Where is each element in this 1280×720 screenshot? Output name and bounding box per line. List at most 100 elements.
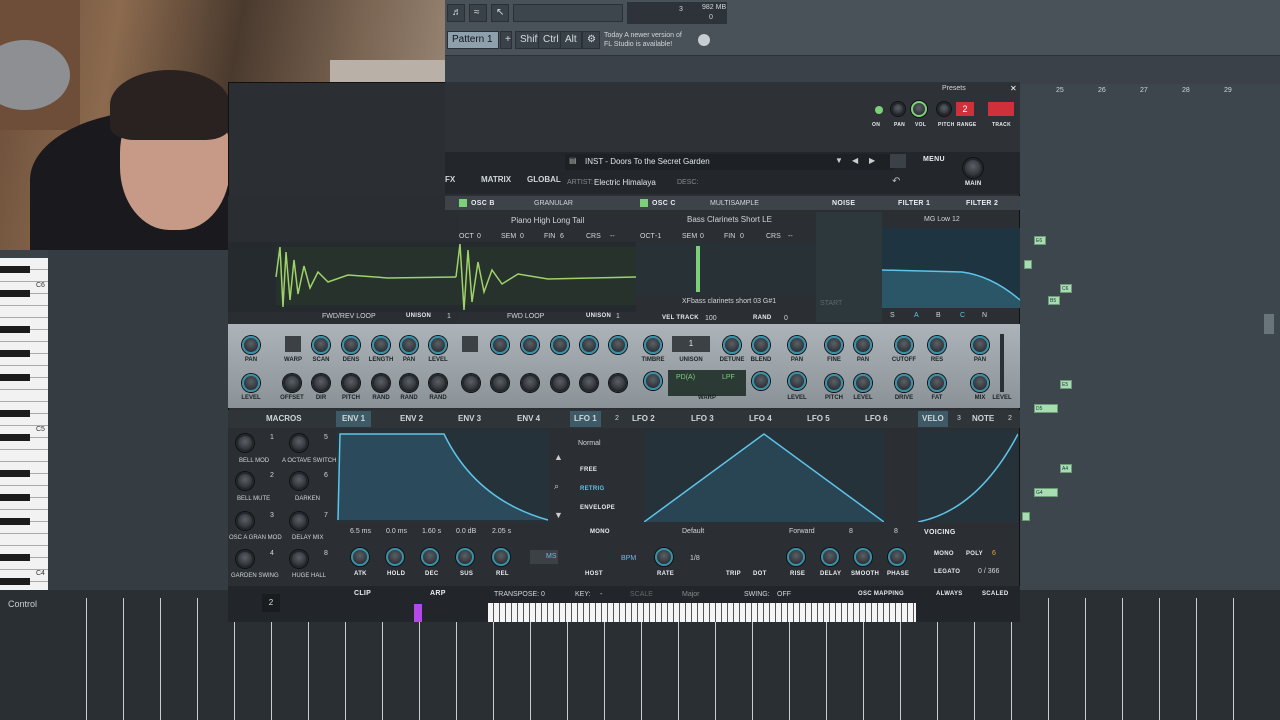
tab-note[interactable]: NOTE bbox=[972, 411, 994, 427]
res-knob[interactable] bbox=[928, 336, 946, 354]
window-controls[interactable] bbox=[1235, 8, 1275, 18]
level-fader[interactable] bbox=[1000, 334, 1004, 392]
bpm-toggle[interactable]: BPM bbox=[621, 555, 636, 562]
envelope-display[interactable] bbox=[336, 430, 550, 522]
tab-lfo-5[interactable]: LFO 5 bbox=[807, 411, 830, 427]
tab-env-4[interactable]: ENV 4 bbox=[517, 411, 540, 427]
macro-5-knob[interactable] bbox=[290, 434, 308, 452]
main-volume-knob[interactable] bbox=[963, 158, 983, 178]
timbre-knob[interactable] bbox=[644, 336, 662, 354]
phase-knob[interactable] bbox=[888, 548, 906, 566]
note[interactable]: D5 bbox=[1034, 404, 1058, 413]
lfo-rate-knob[interactable] bbox=[655, 548, 673, 566]
osc-c-sample[interactable]: Bass Clarinets Short LE bbox=[687, 215, 772, 224]
lfo-direction[interactable]: Forward bbox=[789, 528, 815, 535]
warp-menu-button[interactable] bbox=[285, 336, 301, 352]
preset-selector[interactable]: ▤ INST - Doors To the Secret Garden ▼ ◀ … bbox=[565, 154, 895, 170]
dir-knob[interactable] bbox=[491, 374, 509, 392]
voicing-mono[interactable]: MONO bbox=[934, 551, 954, 557]
pointer-icon[interactable]: ↖ bbox=[491, 4, 509, 22]
tab-lfo-1[interactable]: LFO 1 bbox=[570, 411, 601, 427]
osc-c-sem[interactable]: 0 bbox=[700, 233, 704, 240]
range-display[interactable]: 2 bbox=[956, 102, 974, 116]
note[interactable]: A4 bbox=[1060, 464, 1072, 473]
note[interactable]: E6 bbox=[1034, 236, 1046, 245]
osc-b-sample[interactable]: Piano High Long Tail bbox=[511, 216, 584, 225]
osc-c-unison[interactable]: 1 bbox=[616, 313, 620, 320]
tab-filter-2[interactable]: FILTER 2 bbox=[966, 200, 998, 207]
osc-b-loop-mode[interactable]: FWD/REV LOOP bbox=[322, 313, 376, 320]
rand-knob[interactable] bbox=[580, 374, 598, 392]
osc-c-oct[interactable]: -1 bbox=[655, 233, 661, 240]
pitch-bend-range[interactable]: 2 bbox=[262, 594, 280, 612]
macro-7-knob[interactable] bbox=[290, 512, 308, 530]
env-dec-knob[interactable] bbox=[421, 548, 439, 566]
velocity-curve-display[interactable] bbox=[917, 430, 1019, 523]
prev-preset-icon[interactable]: ◀ bbox=[852, 156, 858, 165]
osc-waveform-display[interactable] bbox=[228, 242, 637, 312]
key-value[interactable]: - bbox=[600, 591, 602, 598]
noise-pan-knob[interactable] bbox=[854, 336, 872, 354]
osc-b-unison[interactable]: 1 bbox=[447, 313, 451, 320]
offset-knob[interactable] bbox=[283, 374, 301, 392]
snap-icon[interactable]: ♬ bbox=[447, 4, 465, 22]
osc-b-fin[interactable]: 6 bbox=[560, 233, 564, 240]
legato-toggle[interactable]: LEGATO bbox=[934, 569, 960, 575]
browser-icon[interactable] bbox=[890, 154, 906, 168]
scan-knob[interactable] bbox=[312, 336, 330, 354]
macro-6-knob[interactable] bbox=[290, 472, 308, 490]
arp-label[interactable]: ARP bbox=[430, 590, 446, 597]
pattern-add-button[interactable]: + bbox=[500, 31, 512, 49]
tab-fx[interactable]: FX bbox=[445, 172, 459, 188]
tab-lfo-6[interactable]: LFO 6 bbox=[865, 411, 888, 427]
track-button[interactable] bbox=[988, 102, 1014, 116]
piano-keyboard[interactable]: C6 C5 C4 bbox=[0, 258, 48, 590]
dens-knob[interactable] bbox=[521, 336, 539, 354]
macro-6-label[interactable]: DARKEN bbox=[295, 496, 320, 502]
poly-value[interactable]: 6 bbox=[992, 550, 996, 557]
fat-knob[interactable] bbox=[928, 374, 946, 392]
macro-1-label[interactable]: BELL MOD bbox=[239, 458, 269, 464]
length-knob[interactable] bbox=[372, 336, 390, 354]
rise-knob[interactable] bbox=[787, 548, 805, 566]
osc-c-loop-mode[interactable]: FWD LOOP bbox=[507, 313, 544, 320]
save-icon[interactable]: ▤ bbox=[569, 156, 577, 165]
hint-icon[interactable]: ⚙ bbox=[582, 31, 600, 49]
tab-velo[interactable]: VELO bbox=[918, 411, 948, 427]
tab-lfo-2[interactable]: LFO 2 bbox=[632, 411, 655, 427]
osc-b-sem[interactable]: 0 bbox=[520, 233, 524, 240]
zoom-icon[interactable]: ⌕ bbox=[554, 481, 559, 492]
note[interactable]: G4 bbox=[1034, 488, 1058, 497]
serum-keyboard[interactable] bbox=[488, 603, 916, 622]
macro-2-label[interactable]: BELL MUTE bbox=[237, 496, 270, 502]
rand-knob[interactable] bbox=[400, 374, 418, 392]
scroll-up-icon[interactable]: ▲ bbox=[554, 452, 563, 462]
macro-8-label[interactable]: HUGE HALL bbox=[292, 573, 326, 579]
warp-knob-a[interactable] bbox=[644, 372, 662, 390]
clip-label[interactable]: CLIP bbox=[354, 590, 371, 597]
blend-knob[interactable] bbox=[752, 336, 770, 354]
lfo-grid-b[interactable]: 8 bbox=[894, 528, 898, 535]
scale-value[interactable]: Major bbox=[682, 591, 700, 598]
pitch-knob[interactable] bbox=[937, 102, 951, 116]
pitch-knob[interactable] bbox=[521, 374, 539, 392]
mix-knob[interactable] bbox=[971, 374, 989, 392]
ms-toggle[interactable]: MS bbox=[530, 550, 558, 564]
tab-env-1[interactable]: ENV 1 bbox=[336, 411, 372, 427]
scaled-toggle[interactable]: SCALED bbox=[982, 591, 1008, 597]
noise-pitch-knob[interactable] bbox=[825, 374, 843, 392]
macro-3-label[interactable]: OSC A GRAN MOD bbox=[229, 535, 282, 541]
tab-macros[interactable]: MACROS bbox=[266, 411, 302, 427]
rand-knob[interactable] bbox=[609, 374, 627, 392]
tab-env-2[interactable]: ENV 2 bbox=[400, 411, 423, 427]
macro-4-knob[interactable] bbox=[236, 550, 254, 568]
filter-graph[interactable] bbox=[881, 228, 1021, 308]
lfo-mode[interactable]: Normal bbox=[578, 440, 601, 447]
osc-b-oct[interactable]: 0 bbox=[477, 233, 481, 240]
note[interactable]: E5 bbox=[1060, 380, 1072, 389]
delay-knob[interactable] bbox=[821, 548, 839, 566]
note[interactable] bbox=[1024, 260, 1032, 269]
lfo-preset[interactable]: Default bbox=[682, 528, 704, 535]
undo-icon[interactable]: ↶ bbox=[892, 176, 900, 187]
osc-b-toggle[interactable] bbox=[459, 199, 467, 207]
